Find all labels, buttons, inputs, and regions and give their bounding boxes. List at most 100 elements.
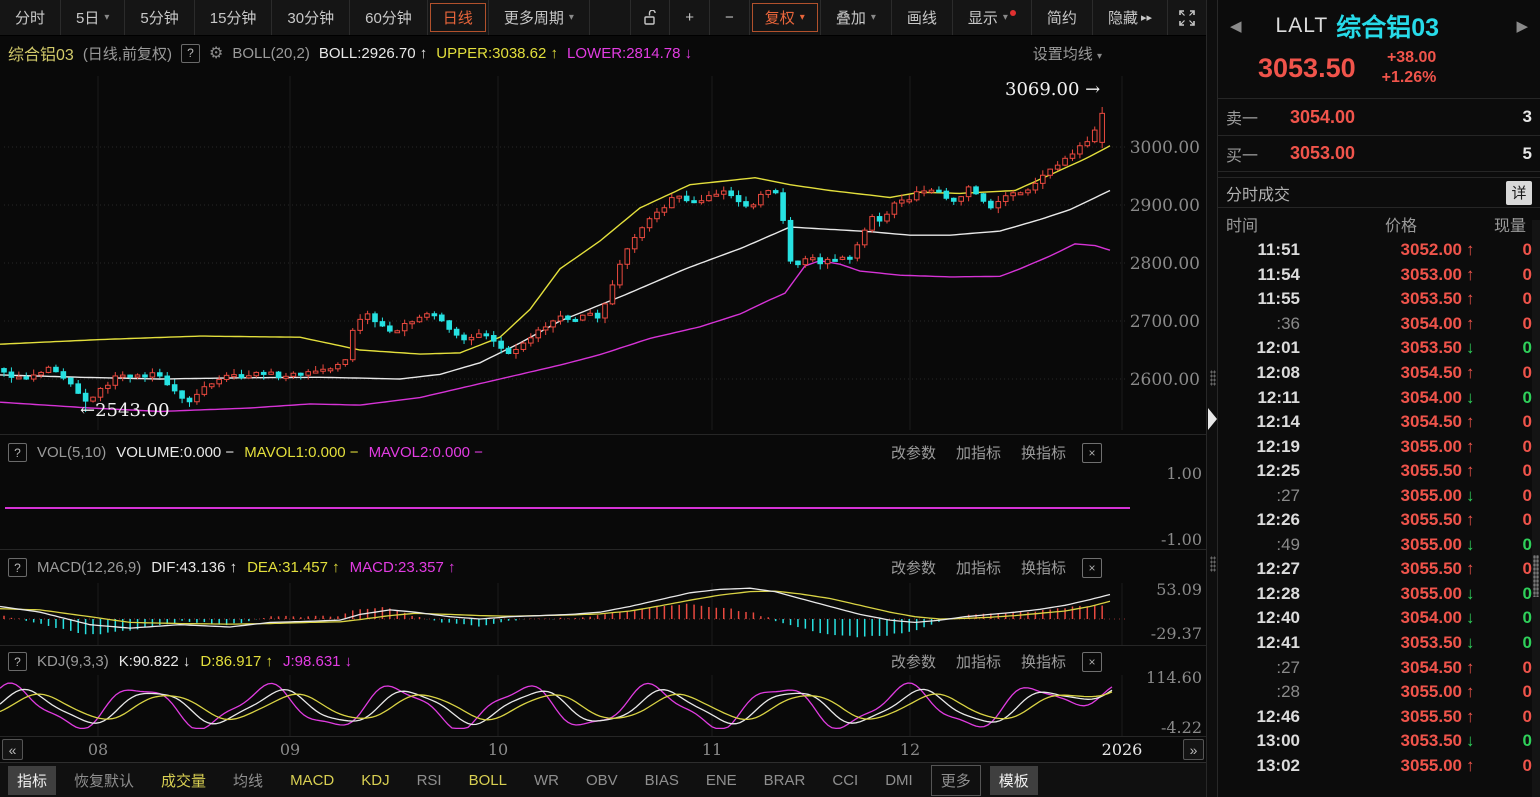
period-tab-更多周期[interactable]: 更多周期▾ <box>489 0 589 35</box>
trade-row[interactable]: 11:553053.50↑0 <box>1218 287 1540 312</box>
adjust-button[interactable]: 复权▾ <box>750 0 820 35</box>
detail-button[interactable]: 详 <box>1506 181 1532 205</box>
tab-DMI[interactable]: DMI <box>876 768 922 793</box>
simple-mode-button[interactable]: 简约 <box>1032 0 1092 35</box>
trade-row[interactable]: 12:083054.50↑0 <box>1218 361 1540 386</box>
help-icon[interactable]: ? <box>181 44 200 63</box>
tab-BOLL[interactable]: BOLL <box>460 768 516 793</box>
kdj-chart[interactable] <box>0 675 1206 736</box>
pane-button-加指标[interactable]: 加指标 <box>956 651 1001 672</box>
tab-RSI[interactable]: RSI <box>408 768 451 793</box>
macd-params-label[interactable]: MACD(12,26,9) <box>37 559 141 576</box>
trade-volume: 0 <box>1480 388 1532 408</box>
tab-更多[interactable]: 更多 <box>931 765 981 796</box>
close-pane-icon[interactable]: × <box>1082 652 1102 672</box>
tick-trade-list[interactable]: 11:513052.00↑011:543053.00↑011:553053.50… <box>1218 238 1540 783</box>
pane-button-改参数[interactable]: 改参数 <box>891 442 936 463</box>
trade-row[interactable]: 12:403054.00↓0 <box>1218 606 1540 631</box>
display-button[interactable]: 显示▾ <box>953 0 1031 35</box>
trade-row[interactable]: 12:143054.50↑0 <box>1218 410 1540 435</box>
trade-row[interactable]: 13:023055.00↑0 <box>1218 753 1540 778</box>
help-icon[interactable]: ? <box>8 558 27 577</box>
panel-splitter[interactable] <box>1206 0 1218 797</box>
pane-button-加指标[interactable]: 加指标 <box>956 442 1001 463</box>
period-tab-15分钟[interactable]: 15分钟 <box>195 0 272 35</box>
trade-row[interactable]: 13:053054.50↓0 <box>1218 778 1540 783</box>
trade-row[interactable]: :283055.00↑0 <box>1218 680 1540 705</box>
kdj-params-label[interactable]: KDJ(9,3,3) <box>37 653 109 670</box>
scroll-right-button[interactable]: » <box>1183 739 1204 760</box>
trade-row[interactable]: 12:113054.00↓0 <box>1218 385 1540 410</box>
trade-row[interactable]: :493055.00↓0 <box>1218 533 1540 558</box>
pane-button-换指标[interactable]: 换指标 <box>1021 557 1066 578</box>
trade-row[interactable]: 12:193055.00↑0 <box>1218 434 1540 459</box>
trade-row[interactable]: 12:013053.50↓0 <box>1218 336 1540 361</box>
tab-恢复默认[interactable]: 恢复默认 <box>65 766 143 795</box>
period-tab-5分钟[interactable]: 5分钟 <box>125 0 193 35</box>
close-pane-icon[interactable]: × <box>1082 443 1102 463</box>
pane-button-加指标[interactable]: 加指标 <box>956 557 1001 578</box>
tick-scrollbar[interactable] <box>1532 220 1540 797</box>
trade-row[interactable]: 12:273055.50↑0 <box>1218 557 1540 582</box>
vol-params-label[interactable]: VOL(5,10) <box>37 444 106 461</box>
tab-指标[interactable]: 指标 <box>8 766 56 795</box>
help-icon[interactable]: ? <box>8 443 27 462</box>
scrollbar-thumb[interactable] <box>1533 555 1539 597</box>
period-tab-30分钟[interactable]: 30分钟 <box>272 0 349 35</box>
tab-CCI[interactable]: CCI <box>823 768 867 793</box>
prev-symbol-icon[interactable]: ◀ <box>1224 17 1248 35</box>
pane-button-改参数[interactable]: 改参数 <box>891 557 936 578</box>
tab-MACD[interactable]: MACD <box>281 768 343 793</box>
zoom-in-button[interactable]: + <box>670 0 709 35</box>
trade-row[interactable]: 12:253055.50↑0 <box>1218 459 1540 484</box>
trade-row[interactable]: 11:513052.00↑0 <box>1218 238 1540 263</box>
close-pane-icon[interactable]: × <box>1082 558 1102 578</box>
hide-button[interactable]: 隐藏▸▸ <box>1093 0 1167 35</box>
tab-模板[interactable]: 模板 <box>990 766 1038 795</box>
period-tab-日线[interactable]: 日线 <box>428 0 488 35</box>
pane-buttons: 改参数加指标换指标 <box>891 557 1066 578</box>
tab-ENE[interactable]: ENE <box>697 768 746 793</box>
trade-row[interactable]: :363054.00↑0 <box>1218 312 1540 337</box>
lock-open-icon[interactable] <box>631 0 669 35</box>
trade-row[interactable]: 11:543053.00↑0 <box>1218 263 1540 288</box>
help-icon[interactable]: ? <box>8 652 27 671</box>
scroll-left-button[interactable]: « <box>2 739 23 760</box>
indicator-params-label[interactable]: BOLL(20,2) <box>232 45 310 62</box>
ask-row[interactable]: 卖一 3054.00 3 <box>1218 98 1540 135</box>
period-tab-60分钟[interactable]: 60分钟 <box>350 0 427 35</box>
volume-pane[interactable] <box>0 468 1206 548</box>
pane-button-换指标[interactable]: 换指标 <box>1021 442 1066 463</box>
pane-button-换指标[interactable]: 换指标 <box>1021 651 1066 672</box>
zoom-out-button[interactable]: − <box>710 0 749 35</box>
bid-row[interactable]: 买一 3053.00 5 <box>1218 135 1540 172</box>
price-axis-label: 2800.00 <box>1130 254 1200 274</box>
tab-OBV[interactable]: OBV <box>577 768 627 793</box>
collapse-arrow-icon[interactable] <box>1208 408 1217 430</box>
period-tab-5日[interactable]: 5日▾ <box>61 0 124 35</box>
trade-row[interactable]: :273055.00↓0 <box>1218 483 1540 508</box>
gear-icon[interactable]: ⚙ <box>209 43 223 63</box>
arrow-up-icon: ↑ <box>1466 682 1480 702</box>
candlestick-chart[interactable]: 3000.002900.002800.002700.002600.003069.… <box>0 70 1206 434</box>
draw-line-button[interactable]: 画线 <box>892 0 952 35</box>
fullscreen-icon[interactable] <box>1168 0 1206 35</box>
trade-row[interactable]: :273054.50↑0 <box>1218 655 1540 680</box>
trade-row[interactable]: 13:003053.50↓0 <box>1218 729 1540 754</box>
tab-BIAS[interactable]: BIAS <box>636 768 688 793</box>
trade-row[interactable]: 12:413053.50↓0 <box>1218 631 1540 656</box>
ma-settings-button[interactable]: 设置均线 ▾ <box>1033 43 1102 64</box>
trade-row[interactable]: 12:463055.50↑0 <box>1218 704 1540 729</box>
period-tab-分时[interactable]: 分时 <box>0 0 60 35</box>
macd-chart[interactable] <box>0 583 1206 645</box>
tab-KDJ[interactable]: KDJ <box>352 768 398 793</box>
pane-button-改参数[interactable]: 改参数 <box>891 651 936 672</box>
tab-成交量[interactable]: 成交量 <box>152 766 215 795</box>
overlay-button[interactable]: 叠加▾ <box>821 0 891 35</box>
tab-WR[interactable]: WR <box>525 768 568 793</box>
trade-row[interactable]: 12:283055.00↓0 <box>1218 582 1540 607</box>
tab-BRAR[interactable]: BRAR <box>755 768 815 793</box>
next-symbol-icon[interactable]: ▶ <box>1510 17 1534 35</box>
trade-row[interactable]: 12:263055.50↑0 <box>1218 508 1540 533</box>
tab-均线[interactable]: 均线 <box>224 766 272 795</box>
